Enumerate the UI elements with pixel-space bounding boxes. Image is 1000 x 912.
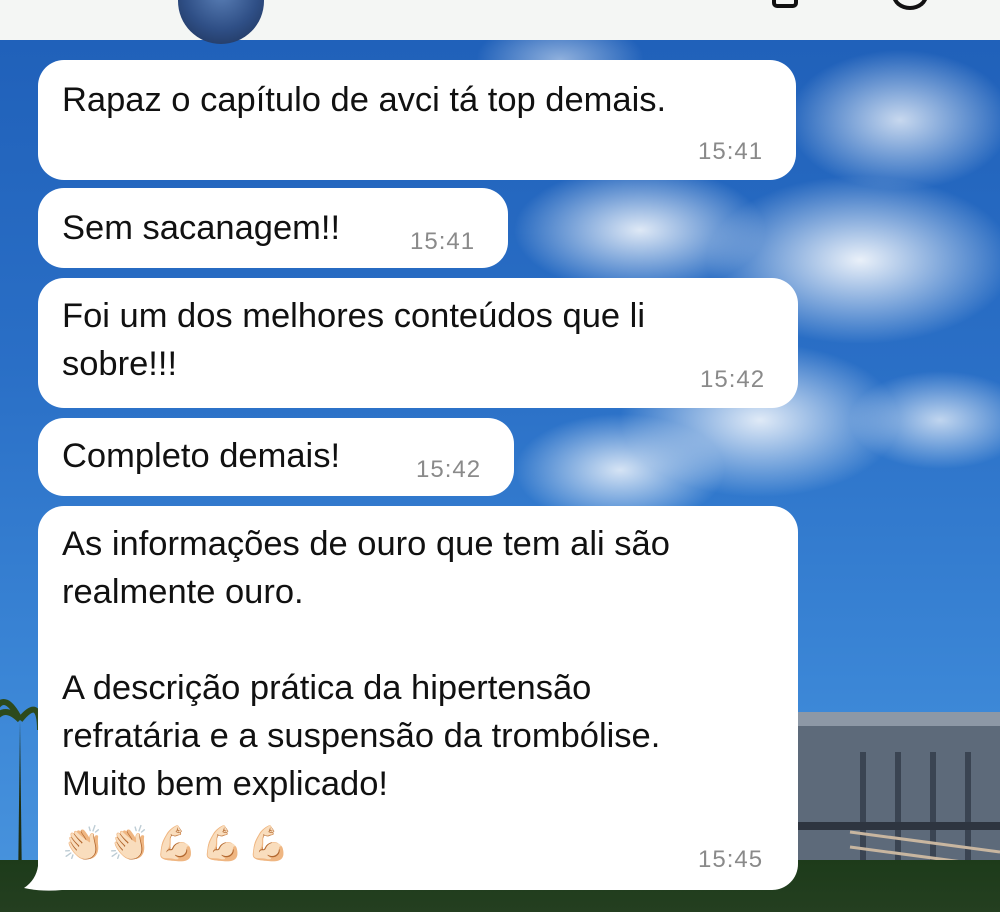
chat-header [0, 0, 1000, 44]
video-call-icon[interactable] [772, 0, 798, 8]
avatar[interactable] [178, 0, 264, 44]
phone-call-icon[interactable] [892, 0, 928, 10]
message-bubble[interactable]: Foi um dos melhores conteúdos que li sob… [38, 278, 798, 408]
message-text: Completo demais! [62, 437, 341, 475]
message-text: Foi um dos melhores conteúdos que li sob… [62, 297, 645, 383]
message-timestamp: 15:45 [698, 846, 764, 873]
message-timestamp: 15:41 [410, 228, 476, 255]
message-timestamp: 15:42 [700, 366, 766, 393]
message-bubble[interactable]: Rapaz o capítulo de avci tá top demais. … [38, 60, 796, 180]
message-bubble[interactable]: As informações de ouro que tem ali são r… [38, 506, 798, 890]
message-text: As informações de ouro que tem ali são r… [62, 525, 670, 803]
message-timestamp: 15:41 [698, 138, 764, 165]
message-bubble[interactable]: Sem sacanagem!! 15:41 [38, 188, 508, 268]
message-text: Sem sacanagem!! [62, 209, 341, 247]
message-bubble[interactable]: Completo demais! 15:42 [38, 418, 514, 496]
message-emoji: 👏🏻👏🏻💪🏻💪🏻💪🏻 [62, 824, 294, 864]
message-text: Rapaz o capítulo de avci tá top demais. [62, 81, 667, 119]
bubble-tail [24, 866, 62, 891]
message-timestamp: 15:42 [416, 456, 482, 483]
